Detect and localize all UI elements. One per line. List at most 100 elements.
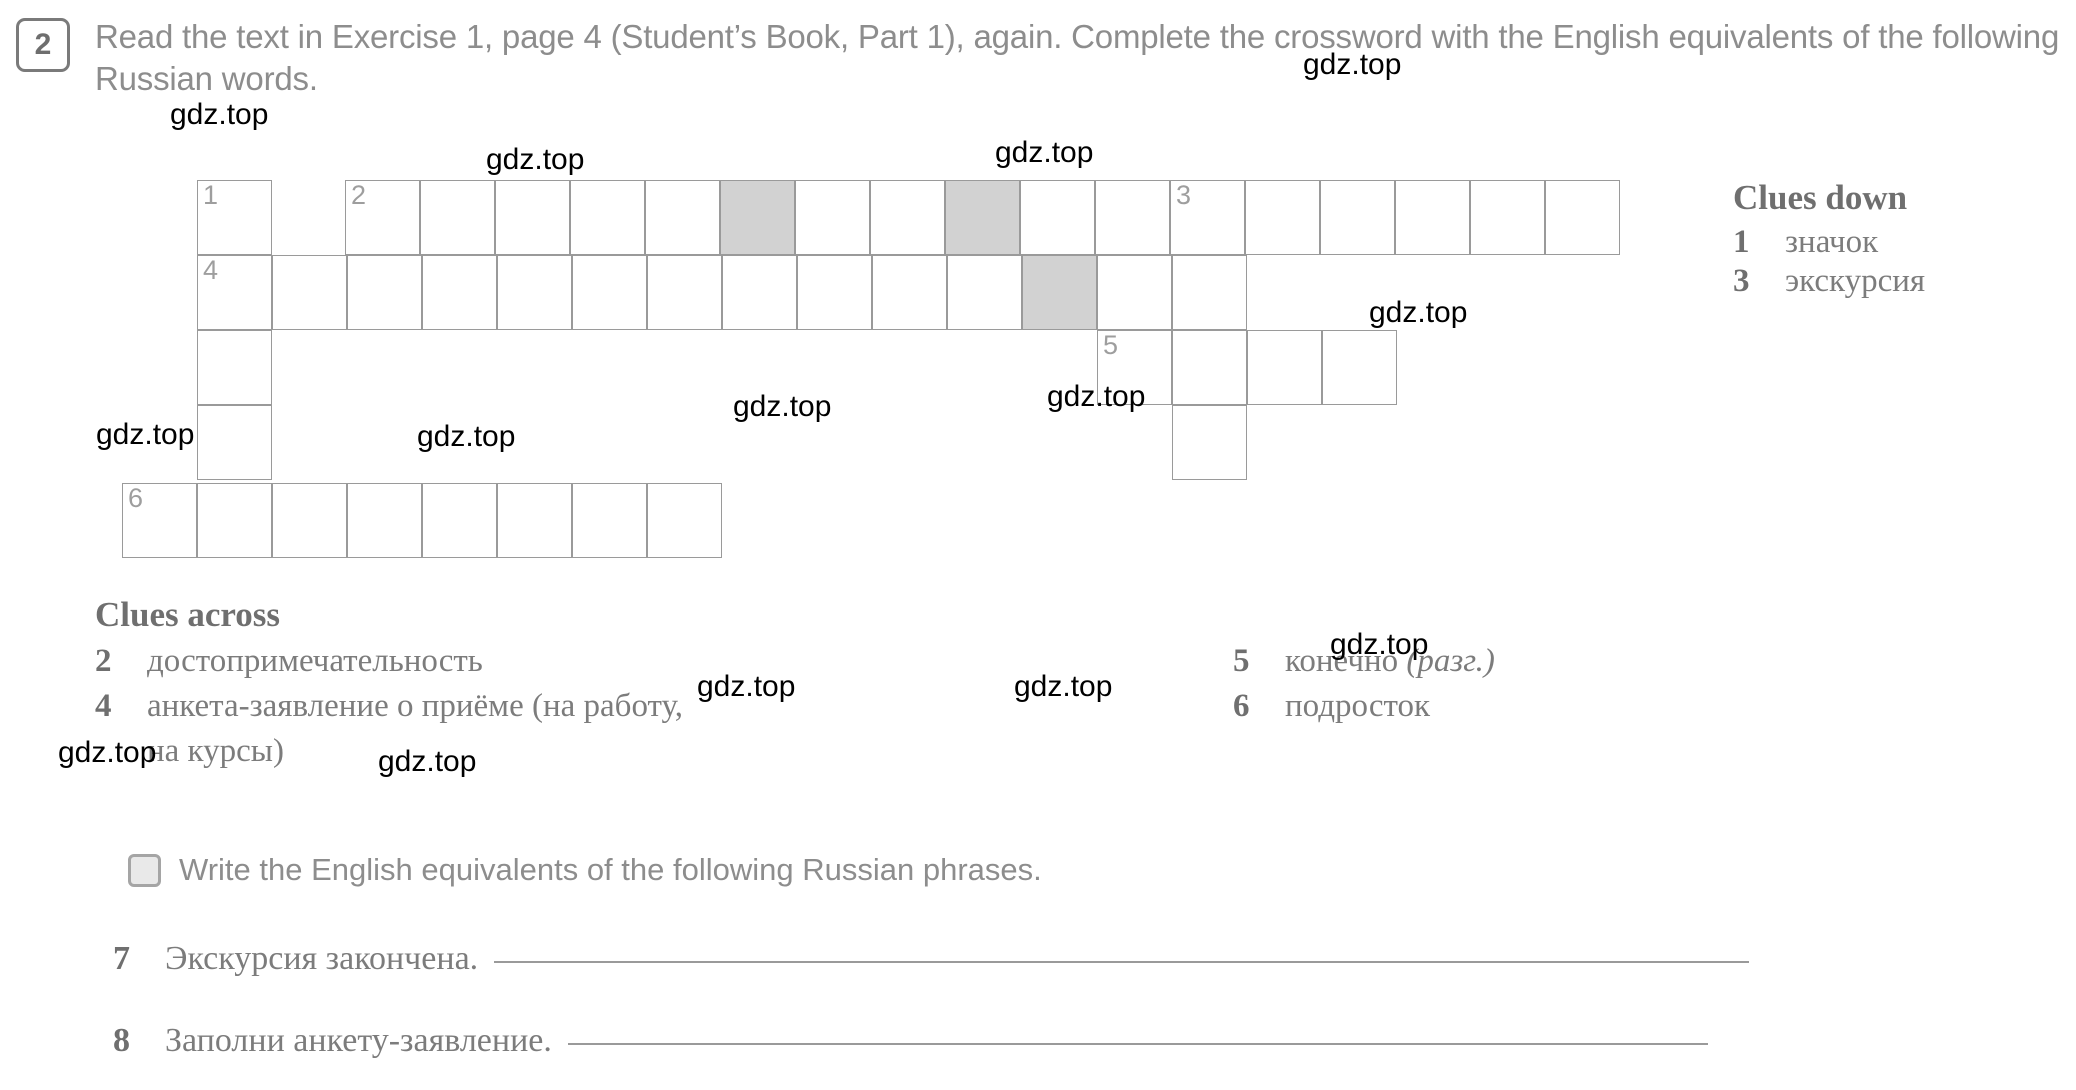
crossword-cell[interactable] — [872, 255, 947, 330]
sentence-item: 7 Экскурсия закончена. — [113, 940, 1750, 978]
clue-across-item: 6 подросток — [1233, 688, 1933, 725]
watermark: gdz.top — [1369, 296, 1468, 329]
crossword-cell[interactable] — [797, 255, 872, 330]
clue-down-item: 1 значок — [1733, 224, 2063, 261]
crossword-cell[interactable] — [945, 180, 1020, 255]
crossword-cell[interactable]: 2 — [345, 180, 420, 255]
answer-line[interactable] — [494, 961, 1750, 963]
crossword-cell[interactable] — [570, 180, 645, 255]
write-equivalents-text: Write the English equivalents of the fol… — [179, 852, 1042, 887]
watermark: gdz.top — [1330, 628, 1429, 661]
clue-text: анкета-заявление о приёме (на работу, — [147, 688, 683, 724]
checkbox-icon[interactable] — [128, 853, 161, 887]
answer-line[interactable] — [567, 1043, 1708, 1045]
crossword-cell[interactable] — [422, 255, 497, 330]
clue-number: 5 — [1233, 643, 1250, 679]
crossword-cell-number: 1 — [203, 180, 219, 210]
watermark: gdz.top — [170, 98, 269, 131]
watermark: gdz.top — [58, 736, 157, 769]
watermark: gdz.top — [96, 418, 195, 451]
sentence-text: Заполни анкету-заявление. — [165, 1022, 552, 1059]
sentence-text: Экскурсия закончена. — [165, 940, 479, 977]
clue-number: 4 — [95, 688, 112, 724]
crossword-cell[interactable] — [420, 180, 495, 255]
crossword-cell[interactable]: 4 — [197, 255, 272, 330]
clue-text: подросток — [1285, 688, 1430, 724]
clue-number: 3 — [1733, 263, 1750, 299]
clues-down-section: Clues down 1 значок 3 экскурсия — [1733, 178, 2063, 302]
clue-text: значок — [1785, 224, 1879, 260]
clues-across-title: Clues across — [95, 595, 281, 634]
crossword-cell[interactable] — [1320, 180, 1395, 255]
crossword-cell[interactable] — [1322, 330, 1397, 405]
crossword-cell[interactable] — [197, 330, 272, 405]
crossword-cell[interactable] — [722, 255, 797, 330]
crossword-cell[interactable] — [1097, 255, 1172, 330]
crossword-cell[interactable] — [197, 405, 272, 480]
crossword-cell[interactable] — [795, 180, 870, 255]
clue-across-item: 2 достопримечательность — [95, 643, 1095, 680]
clues-across-left-column: 2 достопримечательность 4 анкета-заявлен… — [95, 643, 1095, 770]
crossword-cell[interactable] — [947, 255, 1022, 330]
crossword-cell[interactable] — [572, 255, 647, 330]
crossword-cell[interactable] — [347, 483, 422, 558]
crossword-cell[interactable] — [572, 483, 647, 558]
watermark: gdz.top — [378, 745, 477, 778]
clue-number: 6 — [1233, 688, 1250, 724]
sentence-number: 8 — [113, 1022, 130, 1059]
clue-text: экскурсия — [1785, 263, 1926, 299]
crossword-cell[interactable] — [1172, 330, 1247, 405]
crossword-cell[interactable] — [720, 180, 795, 255]
crossword-cell[interactable] — [197, 483, 272, 558]
crossword-cell-number: 4 — [203, 255, 219, 285]
crossword-cell[interactable] — [1245, 180, 1320, 255]
write-equivalents-task: Write the English equivalents of the fol… — [128, 852, 1042, 888]
watermark: gdz.top — [995, 136, 1094, 169]
clues-across-section: Clues across 2 достопримечательность 4 а… — [95, 595, 1995, 769]
crossword-cell[interactable] — [1395, 180, 1470, 255]
clue-text-continuation: на курсы) — [147, 733, 284, 769]
clue-across-item: 4 анкета-заявление о приёме (на работу, — [95, 688, 1095, 725]
clue-number: 2 — [95, 643, 112, 679]
sentence-item: 8 Заполни анкету-заявление. — [113, 1022, 1708, 1060]
crossword-cell[interactable]: 1 — [197, 180, 272, 255]
watermark: gdz.top — [697, 670, 796, 703]
crossword-cell[interactable] — [497, 255, 572, 330]
watermark: gdz.top — [1047, 380, 1146, 413]
clue-down-item: 3 экскурсия — [1733, 263, 2063, 300]
crossword-cell[interactable]: 3 — [1170, 180, 1245, 255]
crossword-cell[interactable] — [1172, 405, 1247, 480]
crossword-cell[interactable] — [272, 255, 347, 330]
workbook-page: 2 Read the text in Exercise 1, page 4 (S… — [0, 0, 2076, 1090]
crossword-cell[interactable] — [497, 483, 572, 558]
crossword-cell[interactable] — [495, 180, 570, 255]
crossword-cell[interactable] — [1020, 180, 1095, 255]
crossword-cell[interactable] — [1470, 180, 1545, 255]
crossword-cell[interactable] — [272, 483, 347, 558]
crossword-cell[interactable] — [647, 255, 722, 330]
crossword-cell[interactable] — [1172, 255, 1247, 330]
crossword-cell[interactable] — [1022, 255, 1097, 330]
crossword-cell-number: 6 — [128, 483, 144, 513]
watermark: gdz.top — [1014, 670, 1113, 703]
clues-down-title: Clues down — [1733, 178, 1908, 217]
clue-number: 1 — [1733, 224, 1750, 260]
watermark: gdz.top — [733, 390, 832, 423]
crossword-cell[interactable] — [1247, 330, 1322, 405]
crossword-cell[interactable] — [347, 255, 422, 330]
crossword-cell[interactable] — [1095, 180, 1170, 255]
sentence-number: 7 — [113, 940, 130, 977]
watermark: gdz.top — [486, 143, 585, 176]
crossword-cell[interactable] — [870, 180, 945, 255]
watermark: gdz.top — [1303, 48, 1402, 81]
crossword-cell[interactable] — [422, 483, 497, 558]
clue-text: достопримечательность — [147, 643, 483, 679]
watermark: gdz.top — [417, 420, 516, 453]
crossword-cell-number: 2 — [351, 180, 367, 210]
crossword-cell[interactable] — [1545, 180, 1620, 255]
crossword-cell[interactable]: 6 — [122, 483, 197, 558]
crossword-cell-number: 5 — [1103, 330, 1119, 360]
crossword-cell-number: 3 — [1176, 180, 1192, 210]
crossword-cell[interactable] — [645, 180, 720, 255]
crossword-cell[interactable] — [647, 483, 722, 558]
